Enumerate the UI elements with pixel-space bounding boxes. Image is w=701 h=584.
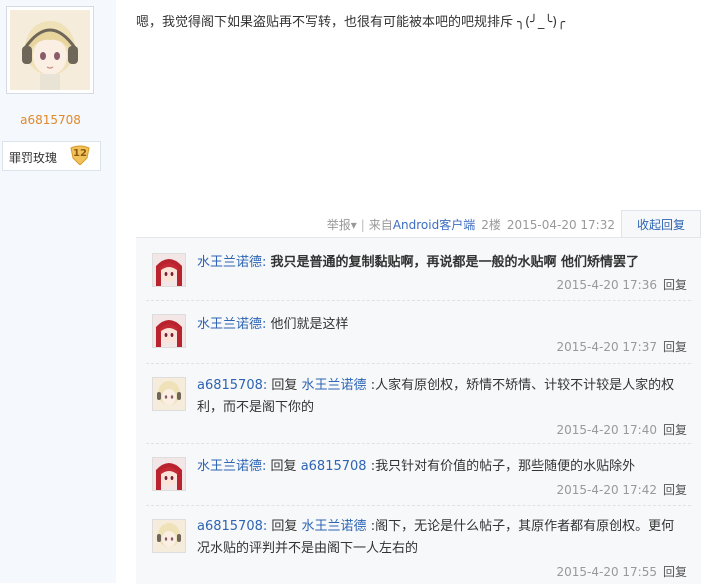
reply-time: 2015-4-20 17:37	[556, 340, 657, 354]
reply-author-link[interactable]: 水王兰诺德:	[197, 459, 266, 474]
reply-author-link[interactable]: a6815708:	[197, 378, 267, 393]
reply-item: 水王兰诺德: 他们就是这样 2015-4-20 17:37 回复	[146, 300, 691, 364]
collapse-replies-button[interactable]: 收起回复	[621, 210, 701, 239]
source-prefix: 来自	[368, 218, 393, 232]
post-meta: 举报▾ | 来自Android客户端 2楼 2015-04-20 17:32	[327, 216, 615, 233]
reply-body: 水王兰诺德: 回复 a6815708 :我只针对有价值的帖子，那些随便的水贴除外	[197, 456, 687, 478]
reply-message: 他们就是这样	[270, 317, 349, 332]
reply-target-link[interactable]: 水王兰诺德	[302, 378, 367, 393]
reply-time: 2015-4-20 17:42	[556, 483, 657, 497]
reply-item: a6815708: 回复 水王兰诺德 :阁下，无论是什么帖子，其原作者都有原创权…	[146, 505, 691, 584]
source-client-link[interactable]: Android客户端	[393, 218, 475, 232]
post-content: 嗯，我觉得阁下如果盗贴再不写转，也很有可能被本吧的吧规排斥 ╮(╯_╰)╭	[136, 15, 566, 30]
red-hair-girl-avatar[interactable]	[152, 253, 186, 287]
reply-target-link[interactable]: a6815708	[301, 459, 367, 474]
rank-level-number: 12	[73, 148, 87, 159]
anime-girl-headphones-avatar[interactable]	[152, 377, 186, 411]
reply-to-word: 回复	[271, 378, 298, 393]
reply-body: 水王兰诺德: 他们就是这样	[197, 314, 687, 336]
floor-number: 2楼	[481, 218, 501, 232]
reply-time: 2015-4-20 17:40	[556, 423, 657, 437]
reply-footer: 2015-4-20 17:55 回复	[556, 563, 687, 580]
reply-footer: 2015-4-20 17:37 回复	[556, 338, 687, 355]
reply-button[interactable]: 回复	[663, 565, 687, 579]
author-avatar[interactable]	[6, 6, 94, 94]
reply-item: 水王兰诺德: 回复 a6815708 :我只针对有价值的帖子，那些随便的水贴除外…	[146, 443, 691, 506]
reply-message: 我只是普通的复制黏贴啊，再说都是一般的水贴啊 他们矫情罢了	[270, 255, 640, 270]
reply-message: :我只针对有价值的帖子，那些随便的水贴除外	[370, 459, 636, 474]
reply-button[interactable]: 回复	[663, 423, 687, 437]
reply-body: a6815708: 回复 水王兰诺德 :人家有原创权，矫情不矫情、计较不计较是人…	[197, 375, 687, 419]
reply-message: :人家有原创权，矫情不矫情、计较不计较是人家的权利，而不是阁下你的	[197, 378, 675, 415]
reply-author-link[interactable]: 水王兰诺德:	[197, 317, 266, 332]
reply-body: 水王兰诺德: 我只是普通的复制黏贴啊，再说都是一般的水贴啊 他们矫情罢了	[197, 252, 687, 274]
report-label: 举报	[326, 218, 351, 232]
red-hair-girl-avatar[interactable]	[152, 314, 186, 348]
reply-button[interactable]: 回复	[663, 340, 687, 354]
reply-footer: 2015-4-20 17:42 回复	[556, 481, 687, 498]
reply-author-link[interactable]: a6815708:	[197, 519, 267, 534]
reply-to-word: 回复	[270, 459, 297, 474]
reply-message: :阁下，无论是什么帖子，其原作者都有原创权。更何况水贴的评判并不是由阁下一人左右…	[197, 519, 675, 556]
reply-target-link[interactable]: 水王兰诺德	[302, 519, 367, 534]
reply-item: 水王兰诺德: 我只是普通的复制黏贴啊，再说都是一般的水贴啊 他们矫情罢了 201…	[146, 238, 691, 301]
anime-girl-headphones-avatar-image	[10, 10, 90, 90]
report-dropdown-icon: ▾	[350, 218, 357, 232]
anime-girl-headphones-avatar[interactable]	[152, 519, 186, 553]
reply-button[interactable]: 回复	[663, 278, 687, 292]
divider: |	[360, 218, 365, 232]
reply-footer: 2015-4-20 17:40 回复	[556, 421, 687, 438]
author-rank-badge[interactable]: 罪罚玫瑰 12	[2, 141, 101, 171]
rank-title: 罪罚玫瑰	[9, 151, 58, 165]
reply-footer: 2015-4-20 17:36 回复	[556, 276, 687, 293]
post-time: 2015-04-20 17:32	[506, 218, 615, 232]
level-shield-icon: 12	[69, 145, 91, 166]
reply-list: 水王兰诺德: 我只是普通的复制黏贴啊，再说都是一般的水贴啊 他们矫情罢了 201…	[136, 237, 701, 584]
author-sidebar: a6815708 罪罚玫瑰 12	[0, 0, 116, 583]
reply-time: 2015-4-20 17:55	[556, 565, 657, 579]
report-link[interactable]: 举报▾	[327, 218, 357, 232]
reply-author-link[interactable]: 水王兰诺德:	[197, 255, 266, 270]
reply-button[interactable]: 回复	[663, 483, 687, 497]
reply-item: a6815708: 回复 水王兰诺德 :人家有原创权，矫情不矫情、计较不计较是人…	[146, 363, 691, 444]
author-username[interactable]: a6815708	[0, 113, 101, 127]
reply-body: a6815708: 回复 水王兰诺德 :阁下，无论是什么帖子，其原作者都有原创权…	[197, 516, 687, 560]
reply-to-word: 回复	[271, 519, 298, 534]
reply-time: 2015-4-20 17:36	[556, 278, 657, 292]
red-hair-girl-avatar[interactable]	[152, 457, 186, 491]
